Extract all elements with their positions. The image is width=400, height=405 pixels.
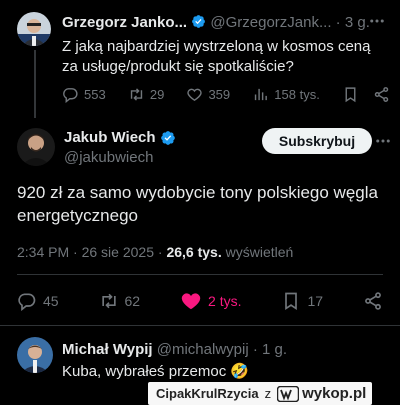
repost-icon bbox=[99, 291, 119, 311]
tweet-actions: 553 29 359 158 tys. bbox=[62, 86, 390, 103]
avatar-michal[interactable] bbox=[17, 337, 53, 373]
tweet-text: Z jaką najbardziej wystrzeloną w kosmos … bbox=[62, 38, 371, 75]
like-count: 359 bbox=[208, 87, 231, 102]
like-count: 2 tys. bbox=[208, 293, 242, 309]
tweet-time[interactable]: 3 g. bbox=[345, 14, 370, 31]
main-tweet[interactable]: Jakub Wiech @jakubwiech Subskrybuj 920 z… bbox=[0, 118, 400, 323]
separator: · bbox=[252, 341, 258, 358]
share-button[interactable] bbox=[363, 291, 383, 311]
more-icon[interactable] bbox=[368, 12, 386, 30]
reply-button[interactable]: 553 bbox=[62, 86, 106, 103]
tweet-date[interactable]: 26 sie 2025 bbox=[82, 244, 154, 260]
avatar-jakub[interactable] bbox=[17, 128, 55, 166]
tweet-text: Kuba, wybrałeś przemoc 🤣 bbox=[62, 363, 250, 380]
views-icon bbox=[252, 86, 269, 103]
separator: · bbox=[73, 244, 78, 260]
tweet-actions: 45 62 2 tys. 17 bbox=[17, 290, 383, 312]
author-block: Jakub Wiech @jakubwiech bbox=[64, 129, 175, 166]
separator: · bbox=[157, 244, 163, 260]
wykop-logo: wykop.pl bbox=[277, 385, 366, 402]
repost-button[interactable]: 29 bbox=[128, 86, 164, 103]
like-icon bbox=[180, 290, 202, 312]
tweet-text: 920 zł za samo wydobycie tony polskiego … bbox=[17, 183, 378, 225]
reply-count: 45 bbox=[43, 293, 59, 309]
reply-icon bbox=[62, 86, 79, 103]
share-icon bbox=[363, 291, 383, 311]
bookmark-icon bbox=[281, 291, 301, 311]
reply-button[interactable]: 45 bbox=[17, 291, 59, 311]
repost-button[interactable]: 62 bbox=[99, 291, 141, 311]
parent-tweet[interactable]: Grzegorz Janko... @GrzegorzJank... · 3 g… bbox=[0, 0, 400, 118]
tweet-meta: 2:34 PM · 26 sie 2025 · 26,6 tys. wyświe… bbox=[17, 244, 293, 260]
reply-header: Michał Wypij @michalwypij · 1 g. bbox=[62, 341, 287, 358]
like-button[interactable]: 359 bbox=[186, 86, 230, 103]
more-icon[interactable] bbox=[374, 132, 392, 150]
subscribe-button[interactable]: Subskrybuj bbox=[262, 128, 372, 154]
repost-icon bbox=[128, 86, 145, 103]
wykop-logo-icon bbox=[277, 385, 300, 402]
share-icon[interactable] bbox=[373, 86, 390, 103]
like-button[interactable]: 2 tys. bbox=[180, 290, 242, 312]
repost-count: 62 bbox=[124, 293, 141, 309]
watermark-site: wykop.pl bbox=[302, 385, 367, 402]
verified-icon bbox=[191, 14, 206, 29]
separator: · bbox=[335, 14, 341, 31]
thread-line bbox=[34, 50, 36, 118]
author-name[interactable]: Jakub Wiech bbox=[64, 129, 156, 146]
wykop-watermark: CipakKrulRzycia z wykop.pl bbox=[148, 382, 373, 405]
views-button[interactable]: 158 tys. bbox=[252, 86, 320, 103]
bookmark-button[interactable]: 17 bbox=[281, 291, 323, 311]
bookmark-icon[interactable] bbox=[342, 86, 359, 103]
reply-count: 553 bbox=[84, 87, 106, 102]
repost-count: 29 bbox=[149, 87, 165, 102]
views-label: wyświetleń bbox=[225, 244, 294, 260]
divider bbox=[17, 274, 383, 275]
views-count: 26,6 tys. bbox=[166, 244, 222, 260]
author-name[interactable]: Michał Wypij bbox=[62, 341, 153, 358]
verified-icon bbox=[160, 130, 175, 145]
author-name[interactable]: Grzegorz Janko... bbox=[62, 14, 187, 31]
author-handle[interactable]: @jakubwiech bbox=[64, 149, 175, 166]
bookmark-count: 17 bbox=[307, 293, 324, 309]
like-icon bbox=[186, 86, 203, 103]
author-handle[interactable]: @GrzegorzJank... bbox=[210, 14, 331, 31]
author-handle[interactable]: @michalwypij bbox=[157, 341, 249, 358]
views-count: 158 tys. bbox=[274, 87, 320, 102]
tweet-time[interactable]: 1 g. bbox=[262, 341, 287, 358]
avatar-grzegorz[interactable] bbox=[17, 12, 51, 46]
parent-tweet-header: Grzegorz Janko... @GrzegorzJank... · 3 g… bbox=[62, 14, 370, 31]
tweet-time[interactable]: 2:34 PM bbox=[17, 244, 69, 260]
reply-icon bbox=[17, 291, 37, 311]
watermark-z: z bbox=[264, 386, 272, 401]
watermark-user: CipakKrulRzycia bbox=[156, 386, 259, 401]
